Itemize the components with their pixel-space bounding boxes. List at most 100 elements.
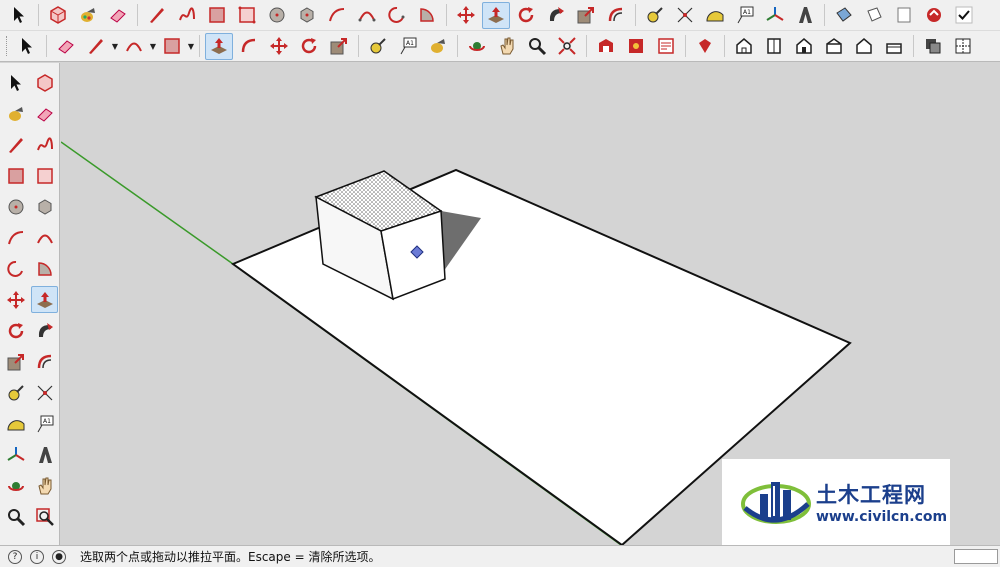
arc-button-left[interactable] xyxy=(2,224,29,251)
orbit-button[interactable] xyxy=(463,33,491,60)
zoom-extents-button[interactable] xyxy=(553,33,581,60)
circle-button[interactable] xyxy=(263,2,291,29)
paint-bucket-button-2[interactable] xyxy=(424,33,452,60)
arc-icon xyxy=(329,8,345,22)
left-view-button[interactable] xyxy=(880,33,908,60)
scale-button-left[interactable] xyxy=(2,348,29,375)
xray-button[interactable] xyxy=(919,33,947,60)
warehouse-button[interactable] xyxy=(592,33,620,60)
zoom-button-left[interactable] xyxy=(2,503,29,530)
polygon-button[interactable] xyxy=(293,2,321,29)
text-button-2[interactable]: A1 xyxy=(394,33,422,60)
paint-bucket-button-left[interactable] xyxy=(2,100,29,127)
offset-button[interactable] xyxy=(602,2,630,29)
eraser-button[interactable] xyxy=(104,2,132,29)
info-icon[interactable]: i xyxy=(30,549,44,564)
rectangle-button-left[interactable] xyxy=(2,162,29,189)
text-button-left[interactable]: A1 xyxy=(31,410,58,437)
arc-dropdown-arrow[interactable]: ▼ xyxy=(149,33,157,60)
two-point-arc-button[interactable] xyxy=(353,2,381,29)
toolbar-grip[interactable] xyxy=(6,36,9,56)
right-view-button[interactable] xyxy=(820,33,848,60)
paste-button[interactable] xyxy=(860,2,888,29)
paint-bucket-button[interactable] xyxy=(74,2,102,29)
tape-measure-button[interactable] xyxy=(641,2,669,29)
back-edges-button[interactable] xyxy=(949,33,977,60)
rotate-button-2[interactable] xyxy=(295,33,323,60)
axes-button-left[interactable] xyxy=(2,441,29,468)
two-point-arc-button-left[interactable] xyxy=(31,224,58,251)
scale-button-2[interactable] xyxy=(325,33,353,60)
rotated-rectangle-button[interactable] xyxy=(233,2,261,29)
push-pull-button-2[interactable] xyxy=(205,32,233,60)
select-tool-button-2[interactable] xyxy=(13,33,41,60)
protractor-button-left[interactable] xyxy=(2,410,29,437)
tape-measure-button-left[interactable] xyxy=(2,379,29,406)
orbit-button-left[interactable] xyxy=(2,472,29,499)
scale-button[interactable] xyxy=(572,2,600,29)
shapes-dropdown-arrow[interactable]: ▼ xyxy=(187,33,195,60)
rotate-button-left[interactable] xyxy=(2,317,29,344)
dimension-button[interactable] xyxy=(671,2,699,29)
top-view-button[interactable] xyxy=(760,33,788,60)
front-view-button[interactable] xyxy=(790,33,818,60)
three-point-arc-button-left[interactable] xyxy=(2,255,29,282)
ruby-console-button[interactable] xyxy=(691,33,719,60)
layout-button[interactable] xyxy=(652,33,680,60)
rectangle-button[interactable] xyxy=(203,2,231,29)
make-component-button-left[interactable] xyxy=(31,69,58,96)
offset-button-left[interactable] xyxy=(31,348,58,375)
select-tool-button-left[interactable] xyxy=(2,69,29,96)
iso-view-button[interactable] xyxy=(730,33,758,60)
follow-me-button[interactable] xyxy=(542,2,570,29)
three-point-arc-button[interactable] xyxy=(383,2,411,29)
polygon-button-left[interactable] xyxy=(31,193,58,220)
rotate-button[interactable] xyxy=(512,2,540,29)
3d-text-button-left[interactable] xyxy=(31,441,58,468)
pencil-button[interactable] xyxy=(143,2,171,29)
extension-warehouse-button[interactable] xyxy=(622,33,650,60)
freehand-button-left[interactable] xyxy=(31,131,58,158)
eraser-button-2[interactable] xyxy=(52,33,80,60)
arc-button-2[interactable] xyxy=(120,33,148,60)
zoom-window-button-left[interactable] xyxy=(31,503,58,530)
text-button[interactable]: A1 xyxy=(731,2,759,29)
check-button[interactable] xyxy=(950,2,978,29)
polygon-icon xyxy=(300,7,314,23)
back-view-button[interactable] xyxy=(850,33,878,60)
axes-button[interactable] xyxy=(761,2,789,29)
geo-location-icon[interactable]: ? xyxy=(8,549,22,564)
make-component-button[interactable] xyxy=(44,2,72,29)
move-button-2[interactable] xyxy=(265,33,293,60)
line-dropdown-arrow[interactable]: ▼ xyxy=(111,33,119,60)
3d-text-button[interactable] xyxy=(791,2,819,29)
zoom-button[interactable] xyxy=(523,33,551,60)
styles-button[interactable] xyxy=(920,2,948,29)
tape-measure-button-2[interactable] xyxy=(364,33,392,60)
follow-me-button-left[interactable] xyxy=(31,317,58,344)
protractor-button[interactable] xyxy=(701,2,729,29)
move-button-left[interactable] xyxy=(2,286,29,313)
measurements-box[interactable] xyxy=(954,549,998,564)
offset-button-2[interactable] xyxy=(235,33,263,60)
section-plane-button[interactable] xyxy=(830,2,858,29)
push-pull-button[interactable] xyxy=(482,1,510,29)
rotated-rectangle-button-left[interactable] xyxy=(31,162,58,189)
select-tool-button[interactable] xyxy=(5,2,33,29)
pan-button[interactable] xyxy=(493,33,521,60)
move-button[interactable] xyxy=(452,2,480,29)
pie-button[interactable] xyxy=(413,2,441,29)
dimension-button-left[interactable] xyxy=(31,379,58,406)
pan-button-left[interactable] xyxy=(31,472,58,499)
match-photo-button[interactable] xyxy=(890,2,918,29)
pencil-button-left[interactable] xyxy=(2,131,29,158)
line-button[interactable] xyxy=(82,33,110,60)
eraser-button-left[interactable] xyxy=(31,100,58,127)
push-pull-button-left[interactable] xyxy=(31,286,58,313)
arc-button[interactable] xyxy=(323,2,351,29)
pie-button-left[interactable] xyxy=(31,255,58,282)
user-account-icon[interactable]: ● xyxy=(52,549,66,564)
shapes-button[interactable] xyxy=(158,33,186,60)
freehand-button[interactable] xyxy=(173,2,201,29)
circle-button-left[interactable] xyxy=(2,193,29,220)
